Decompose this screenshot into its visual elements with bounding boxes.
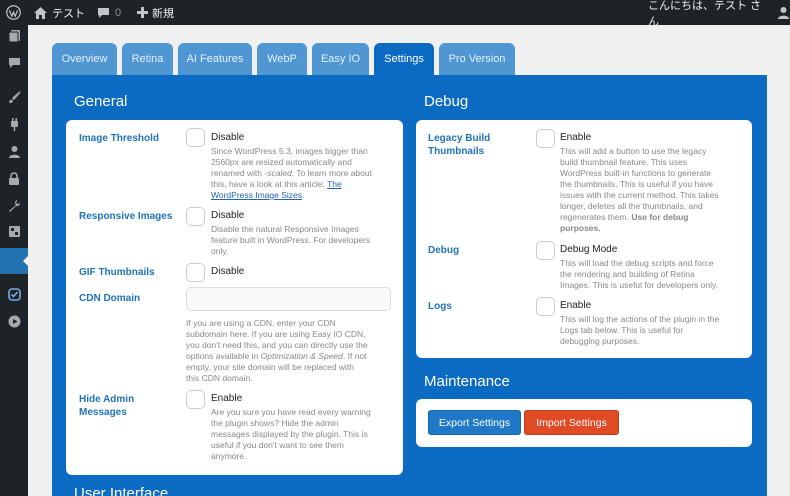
gif-thumbnails-checkbox[interactable] bbox=[186, 263, 205, 282]
site-name: テスト bbox=[52, 7, 85, 20]
hide-admin-messages-option: Enable bbox=[211, 393, 243, 404]
tab-settings[interactable]: Settings bbox=[374, 43, 434, 75]
debug-title: Debug bbox=[424, 93, 469, 110]
menu-users[interactable] bbox=[0, 141, 28, 167]
gif-thumbnails-label: GIF Thumbnails bbox=[79, 267, 155, 278]
general-box: Image Threshold Disable Since WordPress … bbox=[66, 120, 403, 475]
play-circle-icon bbox=[8, 315, 21, 333]
tab-overview[interactable]: Overview bbox=[52, 43, 117, 75]
checkmark-shield-icon bbox=[7, 288, 21, 306]
menu-media-player[interactable] bbox=[0, 311, 28, 337]
new-content-link[interactable]: 新規 bbox=[137, 0, 174, 25]
cdn-domain-label: CDN Domain bbox=[79, 293, 141, 304]
menu-checklist[interactable] bbox=[0, 284, 28, 310]
settings-grid-icon bbox=[8, 225, 21, 243]
legacy-build-description: This will add a button to use the legacy… bbox=[560, 146, 719, 233]
plus-icon bbox=[137, 7, 148, 18]
tab-webp[interactable]: WebP bbox=[257, 43, 307, 75]
image-threshold-description: Since WordPress 5.3, images bigger than … bbox=[211, 146, 372, 200]
cdn-domain-input[interactable] bbox=[186, 287, 391, 311]
legacy-build-checkbox[interactable] bbox=[536, 129, 555, 148]
image-threshold-checkbox[interactable] bbox=[186, 128, 205, 147]
image-sizes-article-link-cont[interactable]: WordPress Image Sizes bbox=[211, 190, 302, 200]
logs-description: This will log the actions of the plugin … bbox=[560, 314, 720, 346]
responsive-images-description: Disable the natural Responsive Images fe… bbox=[211, 224, 371, 256]
users-icon bbox=[8, 145, 21, 163]
debug-mode-checkbox[interactable] bbox=[536, 241, 555, 260]
paintbrush-icon bbox=[8, 91, 21, 109]
logs-checkbox[interactable] bbox=[536, 297, 555, 316]
user-avatar-icon bbox=[777, 6, 790, 19]
responsive-images-option: Disable bbox=[211, 210, 245, 221]
image-threshold-option: Disable bbox=[211, 132, 245, 143]
general-title: General bbox=[74, 93, 128, 110]
maintenance-title: Maintenance bbox=[424, 373, 510, 390]
tab-easy-io[interactable]: Easy IO bbox=[312, 43, 369, 75]
logs-label: Logs bbox=[428, 301, 452, 312]
cdn-domain-description: If you are using a CDN, enter your CDN s… bbox=[186, 318, 368, 383]
posts-icon bbox=[8, 29, 21, 47]
debug-mode-option: Debug Mode bbox=[560, 244, 618, 255]
admin-side-menu bbox=[0, 25, 28, 496]
menu-posts[interactable] bbox=[0, 25, 28, 51]
site-home-link[interactable]: テスト bbox=[34, 0, 85, 25]
home-icon bbox=[34, 6, 47, 19]
import-settings-button[interactable]: Import Settings bbox=[524, 410, 619, 435]
comments-count: 0 bbox=[115, 6, 122, 19]
hide-admin-messages-checkbox[interactable] bbox=[186, 390, 205, 409]
menu-settings[interactable] bbox=[0, 221, 28, 247]
wrench-icon bbox=[8, 199, 21, 217]
menu-security[interactable] bbox=[0, 168, 28, 194]
responsive-images-checkbox[interactable] bbox=[186, 207, 205, 226]
image-sizes-article-link[interactable]: The bbox=[327, 179, 342, 189]
menu-tools[interactable] bbox=[0, 195, 28, 221]
hide-admin-messages-description: Are you sure you have read every warning… bbox=[211, 407, 371, 461]
user-interface-title: User Interface bbox=[74, 485, 169, 496]
plugin-icon bbox=[8, 118, 21, 136]
comments-link[interactable]: 0 bbox=[97, 0, 121, 25]
settings-panel: General Debug Image Threshold Disable Si… bbox=[52, 75, 767, 496]
logs-option: Enable bbox=[560, 300, 592, 311]
lock-icon bbox=[8, 172, 20, 190]
debug-mode-description: This will load the debug scripts and for… bbox=[560, 258, 718, 290]
wordpress-logo-icon[interactable] bbox=[6, 0, 21, 25]
admin-bar: テスト 0 新規 こんにちは、テスト さん bbox=[0, 0, 790, 28]
tab-retina[interactable]: Retina bbox=[122, 43, 173, 75]
my-account-link[interactable]: こんにちは、テスト さん bbox=[648, 0, 790, 28]
tab-ai-features[interactable]: AI Features bbox=[178, 43, 252, 75]
comment-bubble-icon bbox=[97, 7, 110, 19]
responsive-images-label: Responsive Images bbox=[79, 211, 173, 222]
tab-pro-version[interactable]: Pro Version bbox=[439, 43, 515, 75]
export-settings-button[interactable]: Export Settings bbox=[428, 410, 521, 435]
gif-thumbnails-option: Disable bbox=[211, 266, 245, 277]
new-label: 新規 bbox=[152, 7, 174, 20]
menu-comments[interactable] bbox=[0, 52, 28, 78]
menu-meow-apps[interactable] bbox=[0, 248, 28, 274]
debug-box: Legacy Build Thumbnails Enable This will… bbox=[416, 120, 752, 358]
hide-admin-messages-label: Hide Admin Messages bbox=[79, 394, 135, 418]
debug-mode-label: Debug bbox=[428, 245, 460, 256]
meow-apps-icon bbox=[8, 252, 21, 270]
legacy-build-label: Legacy Build Thumbnails bbox=[428, 133, 491, 157]
greeting: こんにちは、テスト さん bbox=[648, 0, 762, 28]
legacy-build-option: Enable bbox=[560, 132, 592, 143]
menu-appearance[interactable] bbox=[0, 87, 28, 113]
menu-plugins[interactable] bbox=[0, 114, 28, 140]
comments-icon bbox=[8, 56, 21, 74]
maintenance-box: Export Settings Import Settings bbox=[416, 399, 752, 447]
image-threshold-label: Image Threshold bbox=[79, 133, 160, 144]
